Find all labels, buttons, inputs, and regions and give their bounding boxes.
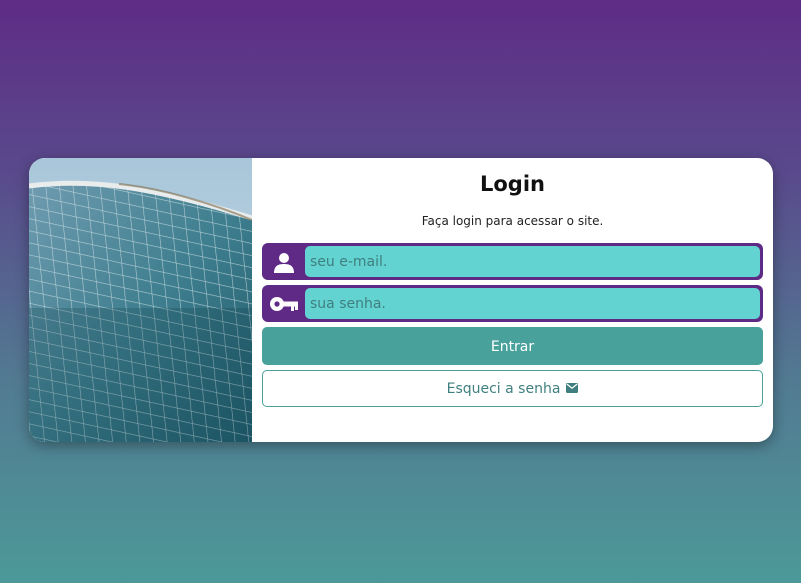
page-title: Login (480, 172, 545, 196)
password-field-group (262, 285, 763, 322)
login-form: Login Faça login para acessar o site. se… (252, 158, 773, 442)
envelope-icon (566, 381, 579, 397)
forgot-password-button[interactable]: Esqueci a senha (262, 370, 763, 407)
login-card: Login Faça login para acessar o site. se… (29, 158, 773, 442)
password-input[interactable] (305, 288, 760, 319)
email-field-group (262, 243, 763, 280)
key-icon (262, 285, 305, 322)
forgot-password-label: Esqueci a senha (446, 380, 561, 397)
login-subtitle: Faça login para acessar o site. (421, 214, 604, 228)
user-icon (262, 243, 305, 280)
email-input[interactable] (305, 246, 760, 277)
building-photo (29, 158, 252, 442)
submit-button[interactable]: Entrar (262, 327, 763, 365)
